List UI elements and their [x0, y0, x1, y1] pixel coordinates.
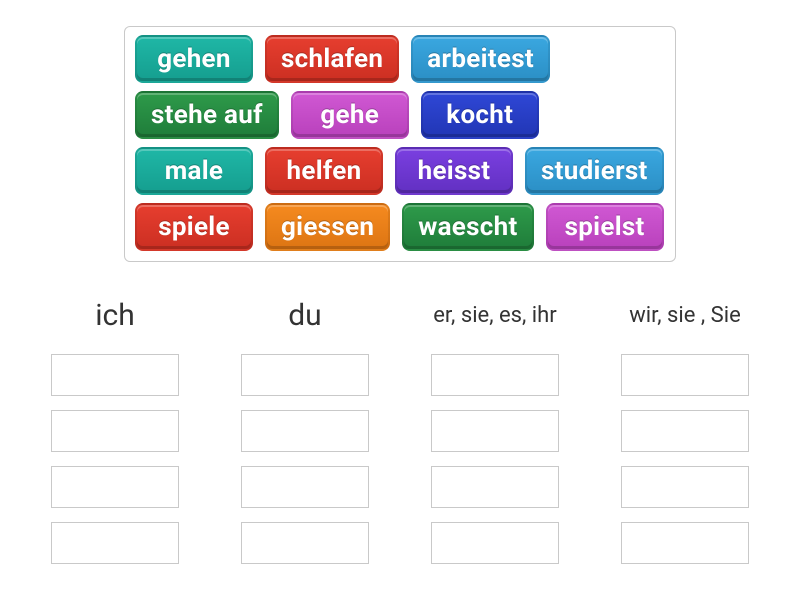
column-title: du: [288, 284, 321, 348]
drop-slot[interactable]: [241, 410, 369, 452]
column-slots: [431, 354, 559, 564]
word-tile[interactable]: arbeitest: [411, 35, 550, 83]
column-slots: [621, 354, 749, 564]
drop-slot[interactable]: [621, 466, 749, 508]
drop-slot[interactable]: [621, 522, 749, 564]
word-tile[interactable]: gehe: [291, 91, 409, 139]
word-tile[interactable]: waescht: [402, 203, 533, 251]
word-tile[interactable]: kocht: [421, 91, 539, 139]
column-slots: [51, 354, 179, 564]
word-tile[interactable]: gehen: [135, 35, 253, 83]
drop-column: er, sie, es, ihr: [420, 284, 570, 564]
drop-slot[interactable]: [51, 354, 179, 396]
word-tile[interactable]: helfen: [265, 147, 383, 195]
drop-slot[interactable]: [621, 410, 749, 452]
word-tile[interactable]: giessen: [265, 203, 390, 251]
drop-slot[interactable]: [241, 466, 369, 508]
drop-slot[interactable]: [431, 466, 559, 508]
word-tile[interactable]: studierst: [525, 147, 664, 195]
drop-column: wir, sie , Sie: [610, 284, 760, 564]
word-tile[interactable]: spiele: [135, 203, 253, 251]
word-tile[interactable]: schlafen: [265, 35, 399, 83]
drop-slot[interactable]: [51, 522, 179, 564]
drop-slot[interactable]: [241, 354, 369, 396]
drop-slot[interactable]: [431, 354, 559, 396]
drop-slot[interactable]: [51, 410, 179, 452]
activity-stage: gehenschlafenarbeitest stehe aufgehekocht…: [0, 0, 800, 600]
column-slots: [241, 354, 369, 564]
column-title: ich: [95, 284, 135, 348]
word-tile[interactable]: stehe auf: [135, 91, 279, 139]
drop-columns: ich du er, sie, es, ihr wir, sie , Sie: [40, 284, 760, 564]
drop-slot[interactable]: [241, 522, 369, 564]
column-title: er, sie, es, ihr: [433, 284, 556, 348]
drop-column: ich: [40, 284, 190, 564]
drop-slot[interactable]: [51, 466, 179, 508]
drop-slot[interactable]: [431, 410, 559, 452]
tile-tray: gehenschlafenarbeitest stehe aufgehekocht…: [124, 26, 676, 262]
drop-column: du: [230, 284, 380, 564]
word-tile[interactable]: male: [135, 147, 253, 195]
drop-slot[interactable]: [621, 354, 749, 396]
column-title: wir, sie , Sie: [629, 284, 741, 348]
word-tile[interactable]: heisst: [395, 147, 513, 195]
word-tile[interactable]: spielst: [546, 203, 664, 251]
drop-slot[interactable]: [431, 522, 559, 564]
